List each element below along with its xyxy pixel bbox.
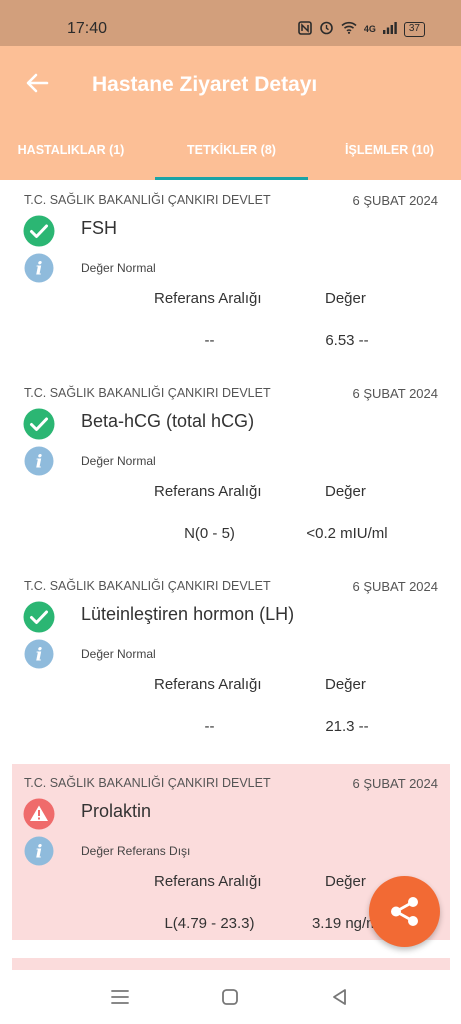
hospital-name: T.C. SAĞLIK BAKANLIĞI ÇANKIRI DEVLET (24, 193, 271, 207)
info-icon: i (24, 639, 54, 669)
alarm-icon (319, 20, 334, 38)
tab-bar: HASTALIKLAR (1) TETKİKLER (8) İŞLEMLER (… (0, 134, 461, 180)
result-note: Değer Normal (81, 261, 156, 275)
test-name: Beta-hCG (total hCG) (81, 411, 255, 431)
result-note: Değer Normal (81, 647, 156, 661)
test-date: 6 ŞUBAT 2024 (352, 776, 438, 791)
test-value: 21.3 -- (325, 718, 369, 735)
value-header: Değer (325, 483, 366, 500)
share-icon (391, 897, 418, 926)
result-note: Değer Referans Dışı (81, 844, 191, 858)
test-value: 6.53 -- (325, 332, 369, 349)
share-button[interactable] (369, 876, 440, 947)
next-card-peek (12, 958, 450, 970)
check-circle-icon (23, 408, 55, 440)
info-icon: i (24, 446, 54, 476)
hospital-name: T.C. SAĞLIK BAKANLIĞI ÇANKIRI DEVLET (24, 386, 271, 400)
status-time: 17:40 (67, 20, 108, 37)
tab-islemler[interactable]: İŞLEMLER (10) (318, 134, 461, 180)
hospital-name: T.C. SAĞLIK BAKANLIĞI ÇANKIRI DEVLET (24, 579, 271, 593)
reference-range-header: Referans Aralığı (154, 676, 262, 693)
info-icon: i (24, 836, 54, 866)
test-date: 6 ŞUBAT 2024 (352, 193, 438, 208)
reference-range-header: Referans Aralığı (154, 290, 262, 307)
test-name: FSH (81, 218, 117, 238)
test-date: 6 ŞUBAT 2024 (352, 579, 438, 594)
reference-range: L(4.79 - 23.3) (164, 915, 255, 932)
svg-text:i: i (36, 259, 43, 280)
back-button[interactable] (22, 68, 52, 98)
test-card[interactable]: T.C. SAĞLIK BAKANLIĞI ÇANKIRI DEVLET 6 Ş… (12, 374, 450, 550)
reference-range: -- (204, 718, 215, 735)
test-card[interactable]: T.C. SAĞLIK BAKANLIĞI ÇANKIRI DEVLET 6 Ş… (12, 567, 450, 743)
status-bar: 17:40 4G 37 (0, 0, 461, 46)
app-bar: Hastane Ziyaret Detayı HASTALIKLAR (1) T… (0, 46, 461, 180)
hospital-name: T.C. SAĞLIK BAKANLIĞI ÇANKIRI DEVLET (24, 776, 271, 790)
nfc-icon (298, 20, 312, 38)
battery-icon: 37 (403, 21, 425, 37)
check-circle-icon (23, 215, 55, 247)
test-name: Prolaktin (81, 801, 152, 821)
status-icons: 4G 37 (298, 20, 425, 38)
arrow-left-icon (26, 73, 49, 93)
test-value: <0.2 mIU/ml (306, 525, 388, 542)
reference-range-header: Referans Aralığı (154, 483, 262, 500)
reference-range: -- (204, 332, 215, 349)
reference-range-header: Referans Aralığı (154, 873, 262, 890)
svg-text:i: i (36, 452, 43, 473)
menu-nav-icon[interactable] (109, 987, 131, 1007)
system-nav-bar (0, 970, 461, 1024)
result-note: Değer Normal (81, 454, 156, 468)
network-type: 4G (363, 24, 376, 34)
warning-icon (23, 798, 55, 830)
signal-icon (382, 21, 397, 37)
svg-text:i: i (36, 842, 43, 863)
tab-hastaliklar[interactable]: HASTALIKLAR (1) (0, 134, 142, 180)
wifi-icon (341, 21, 357, 37)
value-header: Değer (325, 290, 366, 307)
reference-range: N(0 - 5) (184, 525, 235, 542)
test-card[interactable]: T.C. SAĞLIK BAKANLIĞI ÇANKIRI DEVLET 6 Ş… (12, 181, 450, 357)
value-header: Değer (325, 676, 366, 693)
check-circle-icon (23, 601, 55, 633)
active-tab-indicator (155, 177, 308, 180)
value-header: Değer (325, 873, 366, 890)
info-icon: i (24, 253, 54, 283)
test-date: 6 ŞUBAT 2024 (352, 386, 438, 401)
page-title: Hastane Ziyaret Detayı (92, 73, 318, 96)
home-nav-icon[interactable] (219, 987, 241, 1007)
back-nav-icon[interactable] (329, 987, 351, 1007)
tab-tetkikler[interactable]: TETKİKLER (8) (155, 134, 308, 180)
svg-text:i: i (36, 645, 43, 666)
test-name: Lüteinleştiren hormon (LH) (81, 604, 295, 624)
